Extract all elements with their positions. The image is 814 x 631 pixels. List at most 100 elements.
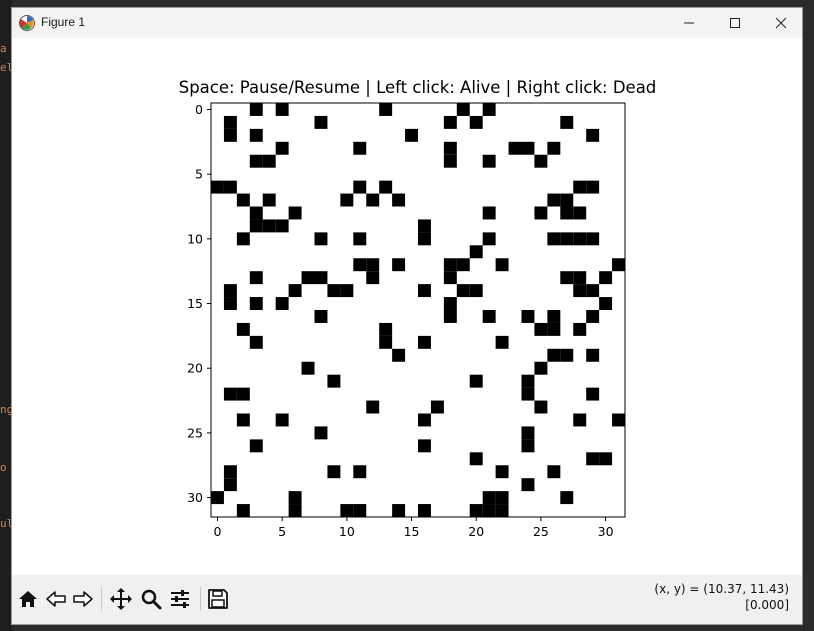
alive-cell[interactable] <box>443 271 457 285</box>
alive-cell[interactable] <box>612 258 625 272</box>
alive-cell[interactable] <box>223 465 237 479</box>
alive-cell[interactable] <box>236 413 250 427</box>
alive-cell[interactable] <box>495 491 509 505</box>
alive-cell[interactable] <box>301 361 315 375</box>
alive-cell[interactable] <box>366 271 380 285</box>
alive-cell[interactable] <box>223 387 237 401</box>
alive-cell[interactable] <box>405 128 418 142</box>
alive-cell[interactable] <box>249 103 263 116</box>
alive-cell[interactable] <box>443 258 457 272</box>
alive-cell[interactable] <box>482 504 496 517</box>
alive-cell[interactable] <box>249 206 263 220</box>
alive-cell[interactable] <box>443 154 457 168</box>
home-button[interactable] <box>14 585 42 613</box>
alive-cell[interactable] <box>495 335 509 349</box>
alive-cell[interactable] <box>534 322 548 336</box>
game-of-life-plot[interactable]: Space: Pause/Resume | Left click: Alive … <box>12 38 802 575</box>
alive-cell[interactable] <box>482 206 496 220</box>
alive-cell[interactable] <box>547 232 561 246</box>
alive-cell[interactable] <box>521 310 535 323</box>
alive-cell[interactable] <box>249 271 263 285</box>
alive-cell[interactable] <box>534 206 548 220</box>
alive-cell[interactable] <box>301 271 315 285</box>
alive-cell[interactable] <box>223 297 237 310</box>
alive-cell[interactable] <box>560 491 574 505</box>
alive-cell[interactable] <box>327 465 341 479</box>
alive-cell[interactable] <box>340 193 354 207</box>
alive-cell[interactable] <box>418 284 431 298</box>
alive-cell[interactable] <box>353 465 367 479</box>
alive-cell[interactable] <box>418 335 431 349</box>
alive-cell[interactable] <box>560 271 574 285</box>
alive-cell[interactable] <box>560 348 574 362</box>
alive-cell[interactable] <box>573 284 587 298</box>
alive-cell[interactable] <box>508 141 522 155</box>
alive-cell[interactable] <box>573 206 587 220</box>
alive-cell[interactable] <box>573 322 587 336</box>
alive-cell[interactable] <box>573 413 587 427</box>
alive-cell[interactable] <box>314 232 328 246</box>
alive-cell[interactable] <box>521 387 535 401</box>
alive-cell[interactable] <box>469 245 483 259</box>
alive-cell[interactable] <box>456 103 470 116</box>
alive-cell[interactable] <box>456 258 470 272</box>
alive-cell[interactable] <box>275 413 289 427</box>
alive-cell[interactable] <box>469 284 483 298</box>
alive-cell[interactable] <box>430 400 444 414</box>
alive-cell[interactable] <box>560 115 574 129</box>
alive-cell[interactable] <box>366 193 380 207</box>
minimize-button[interactable] <box>666 8 712 38</box>
alive-cell[interactable] <box>249 335 263 349</box>
zoom-button[interactable] <box>137 585 165 613</box>
alive-cell[interactable] <box>262 154 276 168</box>
alive-cell[interactable] <box>586 232 600 246</box>
back-button[interactable] <box>42 585 70 613</box>
alive-cell[interactable] <box>314 115 328 129</box>
alive-cell[interactable] <box>469 374 483 388</box>
alive-cell[interactable] <box>223 478 237 492</box>
alive-cell[interactable] <box>599 452 613 466</box>
alive-cell[interactable] <box>495 465 509 479</box>
alive-cell[interactable] <box>379 180 393 194</box>
alive-cell[interactable] <box>560 206 574 220</box>
alive-cell[interactable] <box>379 335 393 349</box>
alive-cell[interactable] <box>249 297 263 310</box>
alive-cell[interactable] <box>599 271 613 285</box>
alive-cell[interactable] <box>469 504 483 517</box>
alive-cell[interactable] <box>353 232 367 246</box>
alive-cell[interactable] <box>353 258 367 272</box>
alive-cell[interactable] <box>353 141 367 155</box>
close-button[interactable] <box>758 8 804 38</box>
alive-cell[interactable] <box>586 284 600 298</box>
alive-cell[interactable] <box>288 504 302 517</box>
alive-cell[interactable] <box>586 310 600 323</box>
alive-cell[interactable] <box>418 219 431 233</box>
alive-cell[interactable] <box>456 284 470 298</box>
alive-cell[interactable] <box>521 478 535 492</box>
alive-cell[interactable] <box>392 348 406 362</box>
alive-cell[interactable] <box>249 154 263 168</box>
alive-cell[interactable] <box>599 297 613 310</box>
alive-cell[interactable] <box>443 141 457 155</box>
alive-cell[interactable] <box>418 439 431 453</box>
alive-cell[interactable] <box>586 348 600 362</box>
save-button[interactable] <box>204 585 232 613</box>
alive-cell[interactable] <box>469 115 483 129</box>
alive-cell[interactable] <box>262 193 276 207</box>
alive-cell[interactable] <box>366 400 380 414</box>
alive-cell[interactable] <box>534 154 548 168</box>
alive-cell[interactable] <box>236 504 250 517</box>
alive-cell[interactable] <box>340 504 354 517</box>
alive-cell[interactable] <box>353 504 367 517</box>
pan-button[interactable] <box>107 585 135 613</box>
alive-cell[interactable] <box>547 193 561 207</box>
alive-cell[interactable] <box>586 387 600 401</box>
alive-cell[interactable] <box>534 400 548 414</box>
alive-cell[interactable] <box>379 103 393 116</box>
alive-cell[interactable] <box>275 103 289 116</box>
figure-canvas[interactable]: Space: Pause/Resume | Left click: Alive … <box>12 38 802 575</box>
alive-cell[interactable] <box>521 374 535 388</box>
alive-cell[interactable] <box>314 426 328 440</box>
alive-cell[interactable] <box>495 504 509 517</box>
alive-cell[interactable] <box>418 413 431 427</box>
